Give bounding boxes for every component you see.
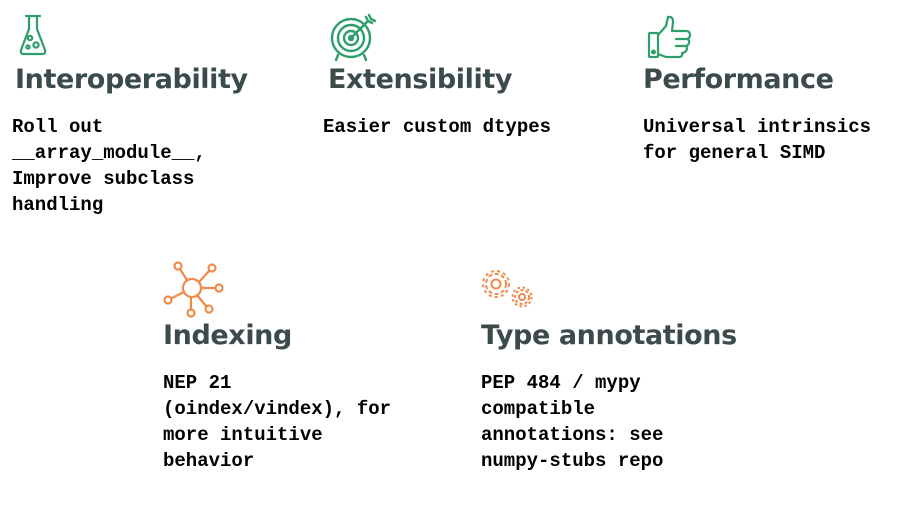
card-description: NEP 21 (oindex/vindex), for more intuiti… [163, 372, 392, 472]
target-icon [330, 13, 377, 62]
card-title: Extensibility [328, 64, 513, 95]
card-title: Type annotations [481, 320, 737, 351]
card-description: Universal intrinsics for general SIMD [643, 116, 872, 164]
gears-icon [482, 270, 533, 308]
flask-icon [19, 14, 47, 56]
network-hub-icon [163, 261, 224, 318]
card-description: Roll out __array_module__, Improve subcl… [12, 116, 206, 216]
card-title: Indexing [163, 320, 292, 351]
thumbs-up-icon [647, 15, 692, 59]
card-title: Interoperability [15, 64, 248, 95]
card-description: Easier custom dtypes [323, 116, 552, 138]
card-description: PEP 484 / mypy compatible annotations: s… [481, 372, 664, 472]
card-title: Performance [643, 64, 834, 95]
